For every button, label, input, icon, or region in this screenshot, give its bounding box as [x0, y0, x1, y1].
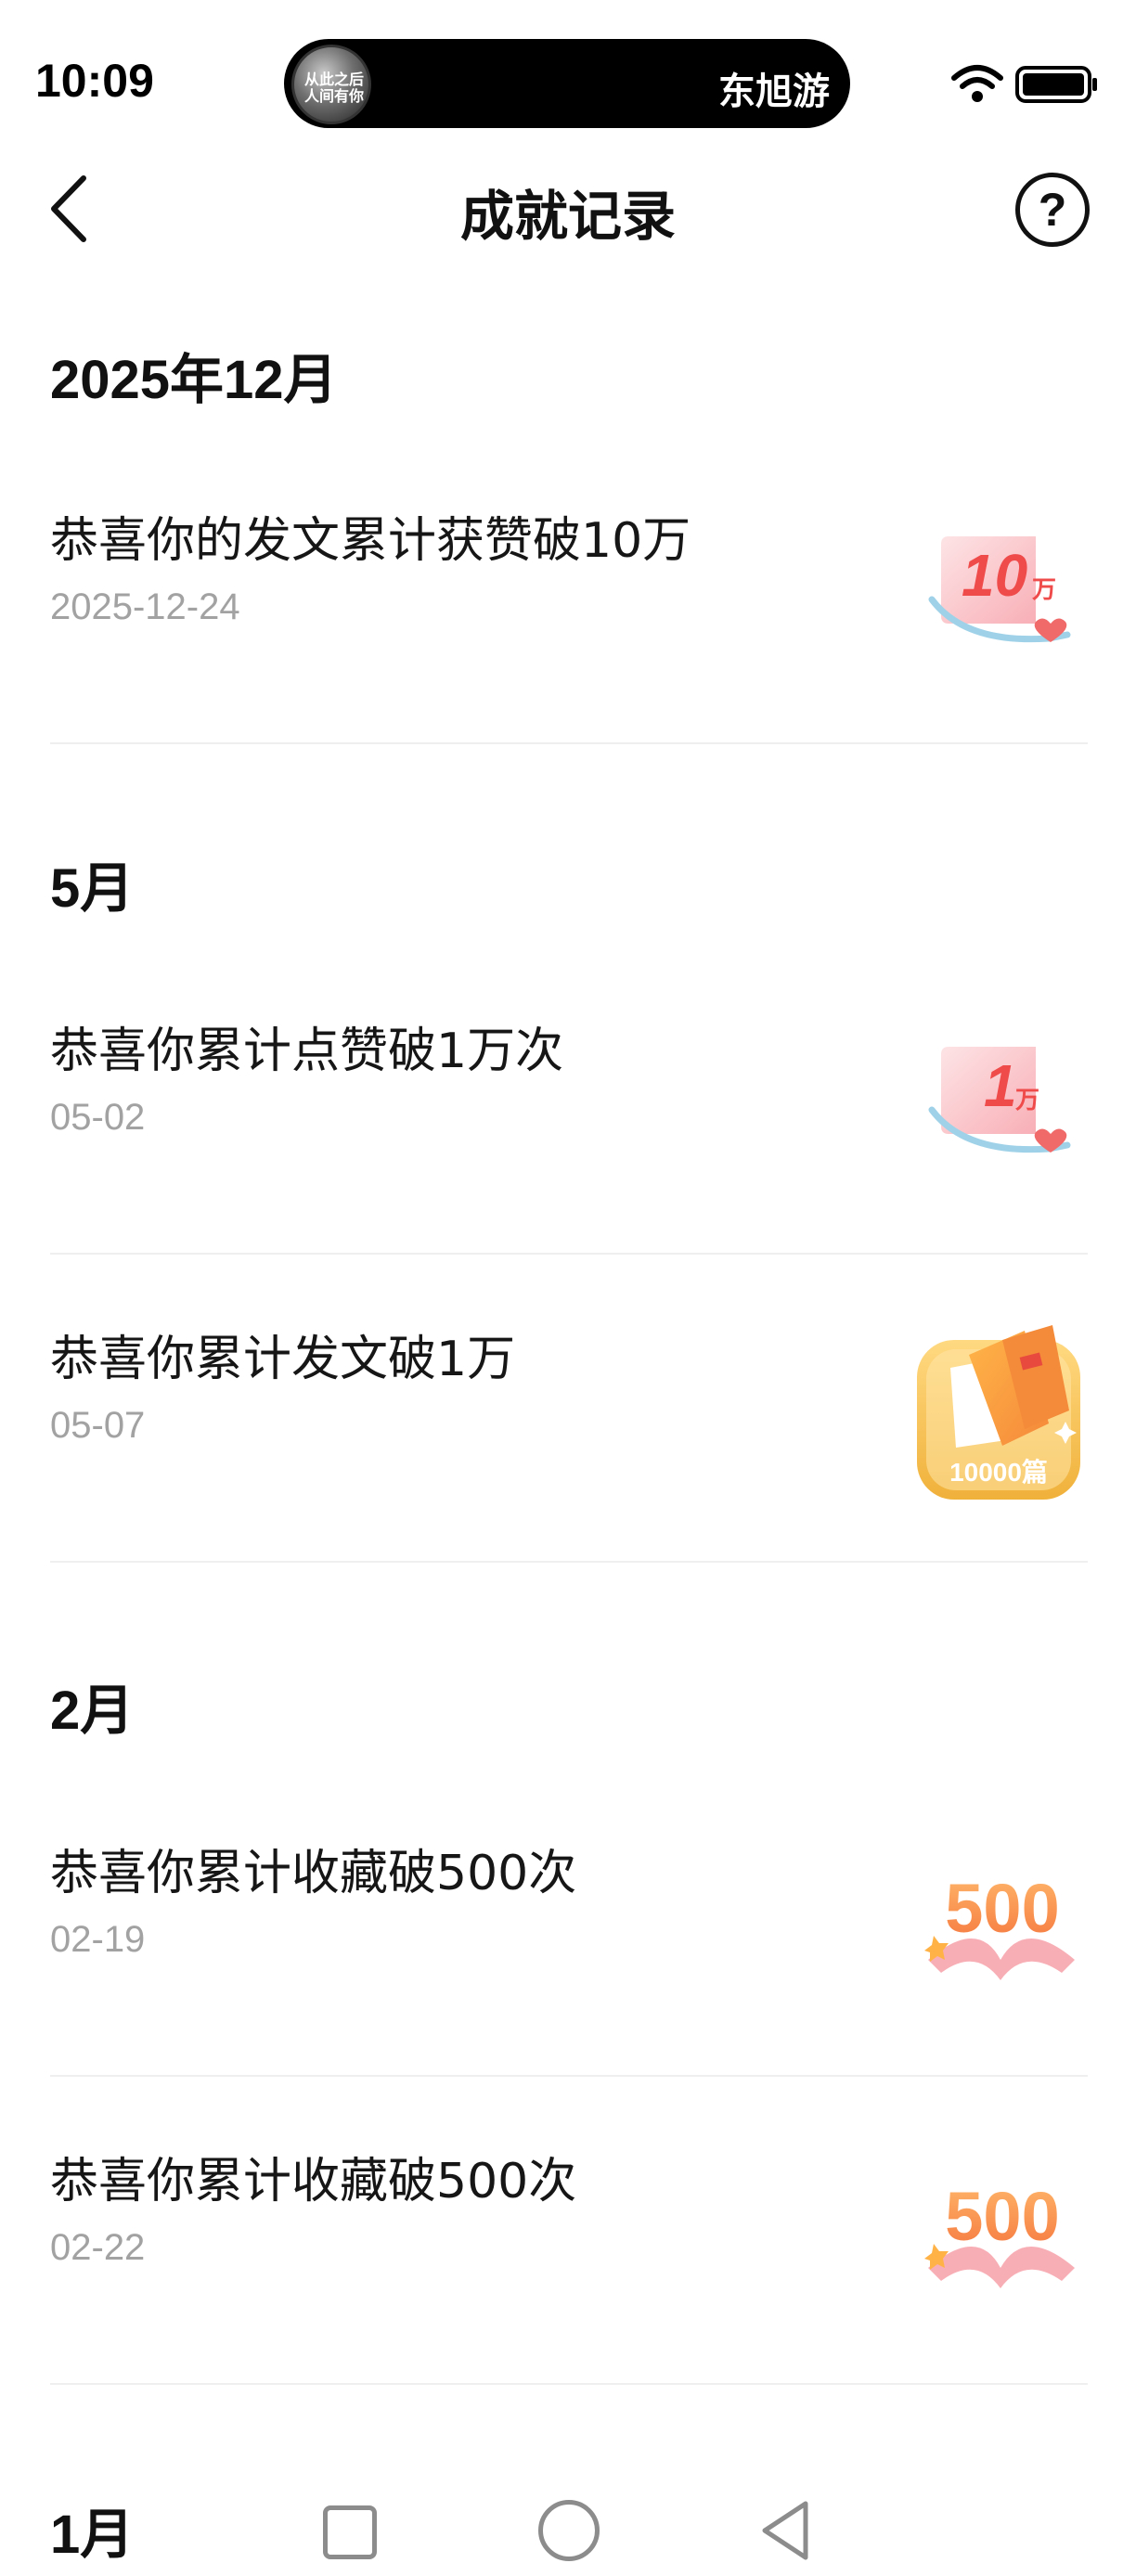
- island-text: 东旭游: [718, 71, 830, 113]
- record-date: 02-22: [50, 2227, 146, 2268]
- dynamic-island[interactable]: 从此之后 人间有你 东旭游: [284, 39, 850, 128]
- status-bar: 10:09 从此之后 人间有你 东旭游: [0, 0, 1136, 139]
- achievement-record[interactable]: 恭喜你累计点赞破1万次 05-02 1 万: [0, 993, 1136, 1253]
- posts-badge-label: 10000篇: [949, 1457, 1048, 1487]
- island-avatar-text: 从此之后 人间有你: [303, 71, 364, 105]
- recent-apps-icon[interactable]: [323, 2505, 377, 2559]
- back-triangle-icon[interactable]: [757, 2498, 815, 2563]
- month-header: 2025年12月: [50, 350, 338, 410]
- page-title: 成就记录: [459, 185, 676, 248]
- favorites-badge-label: 500: [945, 2178, 1059, 2255]
- home-icon[interactable]: [538, 2500, 600, 2561]
- divider: [50, 742, 1088, 744]
- svg-text:万: 万: [1015, 1087, 1039, 1114]
- achievement-record[interactable]: 恭喜你累计收藏破500次 02-19 500: [0, 1819, 1136, 2075]
- favorites-badge-label: 500: [945, 1870, 1059, 1947]
- battery-icon: [1015, 66, 1097, 103]
- achievement-record[interactable]: 恭喜你累计收藏破500次 02-22 500: [0, 2077, 1136, 2383]
- page-header: 成就记录 ?: [0, 139, 1136, 269]
- record-date: 05-07: [50, 1405, 146, 1446]
- svg-text:10: 10: [962, 542, 1027, 609]
- status-time: 10:09: [35, 55, 154, 107]
- wifi-icon: [951, 65, 1003, 102]
- month-header: 2月: [50, 1681, 135, 1741]
- month-header: 1月: [50, 2505, 135, 2565]
- divider: [50, 1561, 1088, 1563]
- record-title: 恭喜你累计点赞破1万次: [50, 1024, 564, 1079]
- record-date: 02-19: [50, 1919, 146, 1960]
- record-date: 2025-12-24: [50, 586, 240, 627]
- posts-10000-badge-icon: 10000篇: [917, 1325, 1080, 1500]
- likes-1wan-badge-icon: 1 万: [928, 1047, 1071, 1153]
- favorites-500-badge-icon: 500: [924, 2178, 1075, 2288]
- record-date: 05-02: [50, 1097, 146, 1138]
- help-icon[interactable]: ?: [1015, 173, 1090, 247]
- island-avatar: 从此之后 人间有你: [291, 45, 371, 124]
- divider: [50, 2383, 1088, 2385]
- likes-10wan-badge-icon: 10 万: [928, 536, 1071, 643]
- achievement-record[interactable]: 恭喜你的发文累计获赞破10万 2025-12-24 10 万: [0, 483, 1136, 742]
- record-title: 恭喜你的发文累计获赞破10万: [50, 513, 691, 569]
- favorites-500-badge-icon: 500: [924, 1870, 1075, 1980]
- achievement-record[interactable]: 恭喜你累计发文破1万 05-07 10000篇: [0, 1255, 1136, 1561]
- app-root: 10:09 从此之后 人间有你 东旭游 成就记录 ? 2025年12月 恭喜你的…: [0, 0, 1136, 2576]
- record-title: 恭喜你累计发文破1万: [50, 1332, 516, 1387]
- record-title: 恭喜你累计收藏破500次: [50, 1846, 577, 1901]
- record-title: 恭喜你累计收藏破500次: [50, 2154, 577, 2209]
- month-header: 5月: [50, 858, 135, 919]
- svg-text:万: 万: [1032, 576, 1056, 604]
- svg-text:1: 1: [984, 1052, 1017, 1119]
